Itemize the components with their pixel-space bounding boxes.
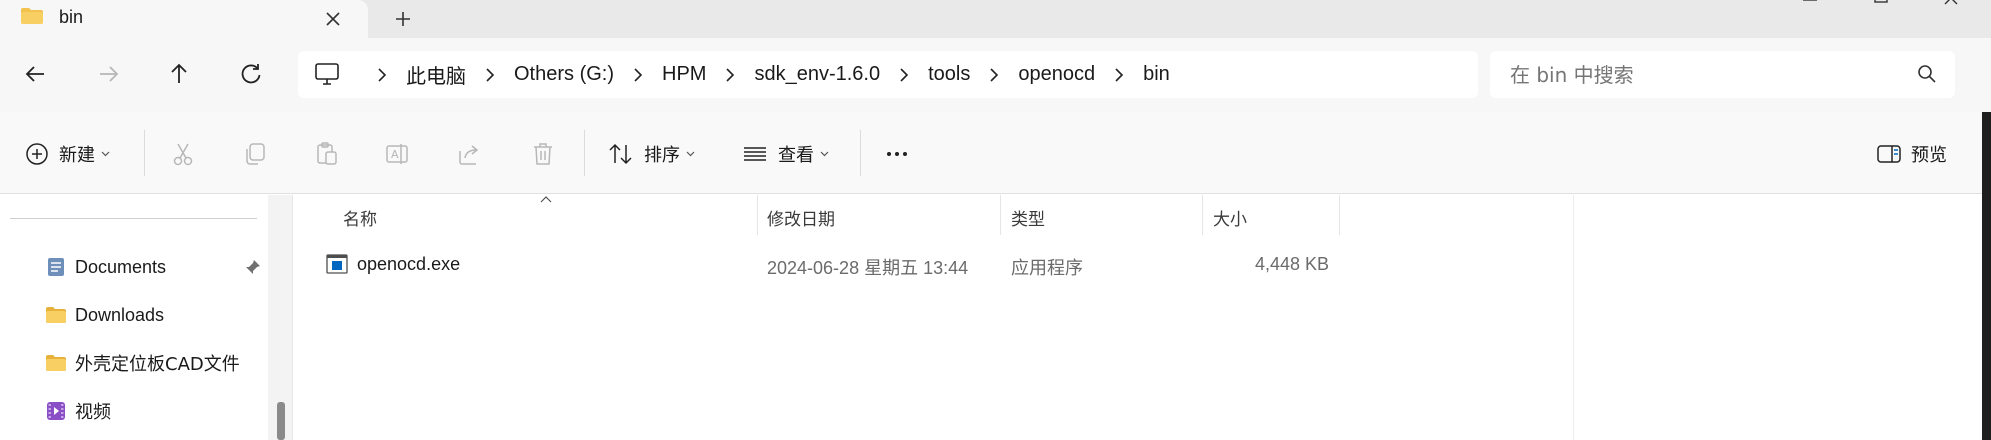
svg-text:A: A xyxy=(391,148,399,161)
column-divider[interactable] xyxy=(757,195,758,235)
up-arrow-icon[interactable] xyxy=(161,56,197,92)
file-row[interactable]: openocd.exe 2024-06-28 星期五 13:44 应用程序 4,… xyxy=(293,245,1982,283)
column-header-type[interactable]: 类型 xyxy=(1011,205,1045,235)
file-explorer-window: bin 此电脑 Others (G:) HPM sdk_env-1.6.0 to… xyxy=(0,0,1991,440)
sidebar-item-label: 外壳定位板CAD文件 xyxy=(75,354,240,375)
view-icon xyxy=(744,147,766,161)
column-header-modified[interactable]: 修改日期 xyxy=(767,205,835,235)
file-name[interactable]: openocd.exe xyxy=(357,254,460,275)
forward-arrow-icon[interactable] xyxy=(90,56,126,92)
view-button[interactable]: 查看 xyxy=(742,139,829,169)
delete-icon[interactable] xyxy=(530,141,556,167)
sort-ascending-icon xyxy=(540,196,552,203)
back-arrow-icon[interactable] xyxy=(18,56,54,92)
divider xyxy=(584,130,585,176)
minimize-icon[interactable] xyxy=(1795,0,1825,12)
navigation-bar: 此电脑 Others (G:) HPM sdk_env-1.6.0 tools … xyxy=(0,38,1991,112)
breadcrumb-item[interactable]: openocd xyxy=(1018,63,1095,86)
divider xyxy=(144,130,145,176)
file-type: 应用程序 xyxy=(1011,258,1083,278)
breadcrumb-item[interactable]: bin xyxy=(1143,63,1170,86)
tab-title: bin xyxy=(59,7,84,27)
chevron-right-icon[interactable] xyxy=(983,51,1005,98)
window-edge xyxy=(1982,112,1991,440)
new-icon xyxy=(26,143,48,165)
divider xyxy=(860,130,861,176)
preview-pane-button[interactable]: 预览 xyxy=(1877,139,1947,169)
sort-icon xyxy=(609,143,632,165)
tab-bin[interactable]: bin xyxy=(0,0,368,38)
chevron-right-icon[interactable] xyxy=(371,51,393,98)
breadcrumb-item[interactable]: HPM xyxy=(662,63,706,86)
sidebar-item-cad-folder[interactable]: 外壳定位板CAD文件 xyxy=(45,348,240,378)
column-header-name[interactable]: 名称 xyxy=(343,205,377,235)
folder-icon xyxy=(46,355,66,371)
breadcrumb: 此电脑 Others (G:) HPM sdk_env-1.6.0 tools … xyxy=(358,51,1170,98)
chevron-right-icon[interactable] xyxy=(719,51,741,98)
sidebar-item-label: Documents xyxy=(75,256,167,277)
breadcrumb-item[interactable]: Others (G:) xyxy=(514,63,614,86)
new-label: 新建 xyxy=(59,145,95,166)
application-icon xyxy=(326,254,348,274)
new-tab-icon[interactable] xyxy=(388,4,418,34)
file-modified: 2024-06-28 星期五 13:44 xyxy=(767,258,969,278)
cut-icon[interactable] xyxy=(170,141,196,167)
documents-icon xyxy=(48,258,64,276)
folder-icon xyxy=(46,307,66,323)
folder-icon xyxy=(21,8,43,24)
column-header-size[interactable]: 大小 xyxy=(1213,205,1247,235)
sort-label: 排序 xyxy=(644,145,680,166)
chevron-down-icon xyxy=(686,151,695,157)
refresh-icon[interactable] xyxy=(233,56,269,92)
search-box[interactable] xyxy=(1490,51,1955,98)
videos-icon xyxy=(47,402,65,420)
sort-button[interactable]: 排序 xyxy=(608,139,695,169)
column-divider[interactable] xyxy=(1000,195,1001,235)
view-label: 查看 xyxy=(778,145,814,166)
sidebar-item-label: 视频 xyxy=(75,402,111,423)
rename-icon[interactable]: A xyxy=(385,141,411,167)
this-pc-icon[interactable] xyxy=(314,62,340,86)
chevron-right-icon[interactable] xyxy=(479,51,501,98)
pin-icon[interactable] xyxy=(245,259,261,275)
new-button[interactable]: 新建 xyxy=(25,139,110,169)
chevron-down-icon xyxy=(101,151,110,157)
divider xyxy=(1573,195,1574,440)
sidebar-scrollbar-thumb[interactable] xyxy=(277,402,285,440)
breadcrumb-item[interactable]: sdk_env-1.6.0 xyxy=(754,63,880,86)
maximize-icon[interactable] xyxy=(1866,0,1896,12)
file-size: 4,448 KB xyxy=(1254,254,1329,274)
copy-icon[interactable] xyxy=(242,141,268,167)
sidebar-item-videos[interactable]: 视频 xyxy=(45,396,111,426)
sidebar-item-documents[interactable]: Documents xyxy=(45,252,166,282)
divider xyxy=(10,218,257,219)
navigation-pane: Documents Downloads 外壳定位板CAD文件 视频 xyxy=(0,195,268,440)
share-icon[interactable] xyxy=(457,141,483,167)
search-input[interactable] xyxy=(1490,51,1910,98)
chevron-right-icon[interactable] xyxy=(627,51,649,98)
breadcrumb-item[interactable]: 此电脑 xyxy=(406,60,466,89)
paste-icon[interactable] xyxy=(314,141,340,167)
preview-pane-icon xyxy=(1877,145,1901,163)
tab-strip: bin xyxy=(0,0,1991,38)
column-divider[interactable] xyxy=(1339,195,1340,235)
chevron-right-icon[interactable] xyxy=(1108,51,1130,98)
breadcrumb-item[interactable]: tools xyxy=(928,63,970,86)
close-icon[interactable] xyxy=(318,4,348,34)
search-icon[interactable] xyxy=(1917,64,1937,84)
file-list: 名称 修改日期 类型 大小 openocd.exe 2024-06-28 星期五… xyxy=(293,195,1982,440)
command-bar: 新建 A 排序 查看 预览 xyxy=(0,112,1991,194)
address-bar[interactable]: 此电脑 Others (G:) HPM sdk_env-1.6.0 tools … xyxy=(298,51,1478,98)
chevron-right-icon[interactable] xyxy=(893,51,915,98)
sidebar-item-label: Downloads xyxy=(75,304,165,325)
chevron-down-icon xyxy=(820,151,829,157)
window-close-icon[interactable] xyxy=(1937,0,1967,12)
column-divider[interactable] xyxy=(1202,195,1203,235)
preview-label: 预览 xyxy=(1911,145,1947,166)
more-options-icon[interactable] xyxy=(884,141,910,167)
sidebar-item-downloads[interactable]: Downloads xyxy=(45,300,164,330)
